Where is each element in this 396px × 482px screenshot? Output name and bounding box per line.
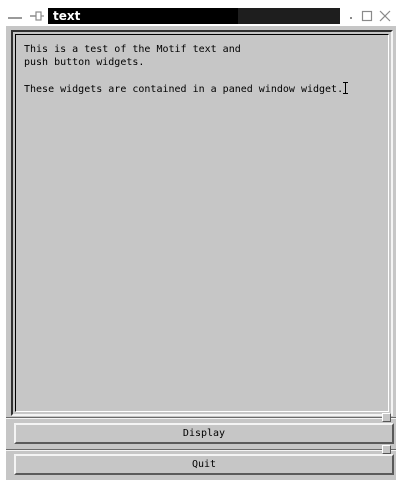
display-button[interactable]: Display	[14, 423, 394, 444]
text-line-with-cursor: These widgets are contained in a paned w…	[24, 82, 380, 96]
window-menu-icon[interactable]	[8, 9, 22, 21]
app-window: text This is a test of the Motif text an…	[6, 4, 396, 480]
quit-button[interactable]: Quit	[14, 454, 394, 475]
window-title: text	[53, 9, 81, 23]
text-cursor-icon	[343, 82, 349, 94]
text-line	[24, 69, 380, 82]
title-area[interactable]: text	[48, 8, 340, 24]
text-pane: This is a test of the Motif text and push…	[11, 30, 393, 416]
text-line: These widgets are contained in a paned w…	[24, 84, 344, 95]
maximize-icon[interactable]	[360, 8, 374, 22]
text-line: This is a test of the Motif text and	[24, 44, 241, 55]
minimize-icon[interactable]	[344, 8, 358, 22]
title-bar-fill	[238, 8, 340, 24]
text-widget[interactable]: This is a test of the Motif text and push…	[15, 34, 389, 412]
sash-handle[interactable]	[382, 413, 391, 422]
pane-separator	[6, 417, 396, 419]
title-bar[interactable]: text	[6, 4, 396, 26]
close-icon[interactable]	[378, 8, 392, 22]
pane-separator	[6, 449, 396, 451]
sash-handle[interactable]	[382, 445, 391, 454]
pin-icon[interactable]	[30, 8, 44, 22]
text-line: push button widgets.	[24, 57, 145, 68]
text-content[interactable]: This is a test of the Motif text and push…	[24, 43, 380, 96]
